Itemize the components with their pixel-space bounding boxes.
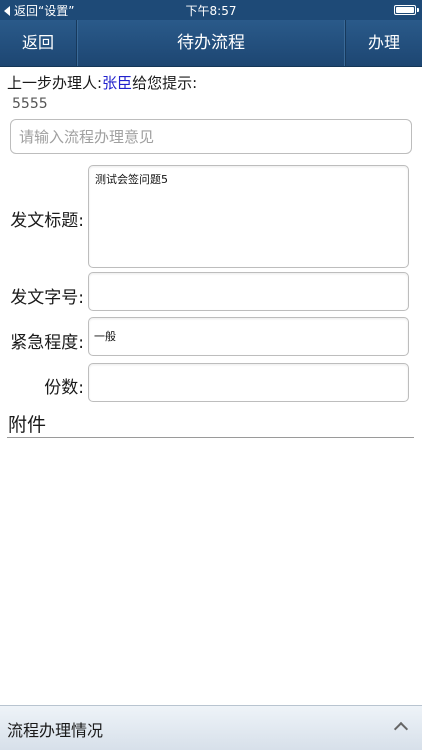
doc-number-field[interactable] — [88, 272, 409, 311]
attachments-divider — [7, 437, 414, 438]
doc-number-label: 发文字号: — [10, 288, 84, 308]
hint-prefix: 上一步办理人: — [7, 74, 103, 92]
copies-field[interactable] — [88, 363, 409, 402]
hint-message: 5555 — [12, 96, 48, 112]
doc-title-label: 发文标题: — [10, 211, 84, 231]
attachments-heading: 附件 — [8, 414, 47, 436]
process-status-label: 流程办理情况 — [7, 721, 104, 740]
previous-handler-hint: 上一步办理人:张臣给您提示: — [7, 72, 197, 93]
page-title: 待办流程 — [177, 33, 245, 53]
status-time: 下午8:57 — [185, 4, 237, 18]
nav-bar: 返回 待办流程 办理 — [0, 20, 422, 67]
hint-suffix: 给您提示: — [132, 74, 198, 92]
process-button[interactable]: 办理 — [345, 20, 422, 66]
battery-icon — [394, 5, 419, 15]
copies-label: 份数: — [44, 378, 84, 398]
doc-title-field[interactable]: 测试会签问题5 — [88, 165, 409, 268]
chevron-up-icon[interactable] — [393, 721, 409, 737]
urgency-field[interactable]: 一般 — [88, 317, 409, 356]
opinion-input[interactable] — [10, 119, 412, 154]
status-bar: 返回“设置” 下午8:57 — [0, 0, 422, 20]
process-status-bar[interactable]: 流程办理情况 — [0, 705, 422, 750]
urgency-label: 紧急程度: — [10, 333, 84, 353]
back-button[interactable]: 返回 — [0, 20, 77, 66]
screen: 返回“设置” 下午8:57 返回 待办流程 办理 上一步办理人:张臣给您提示: … — [0, 0, 422, 750]
handler-name-link[interactable]: 张臣 — [102, 74, 132, 92]
